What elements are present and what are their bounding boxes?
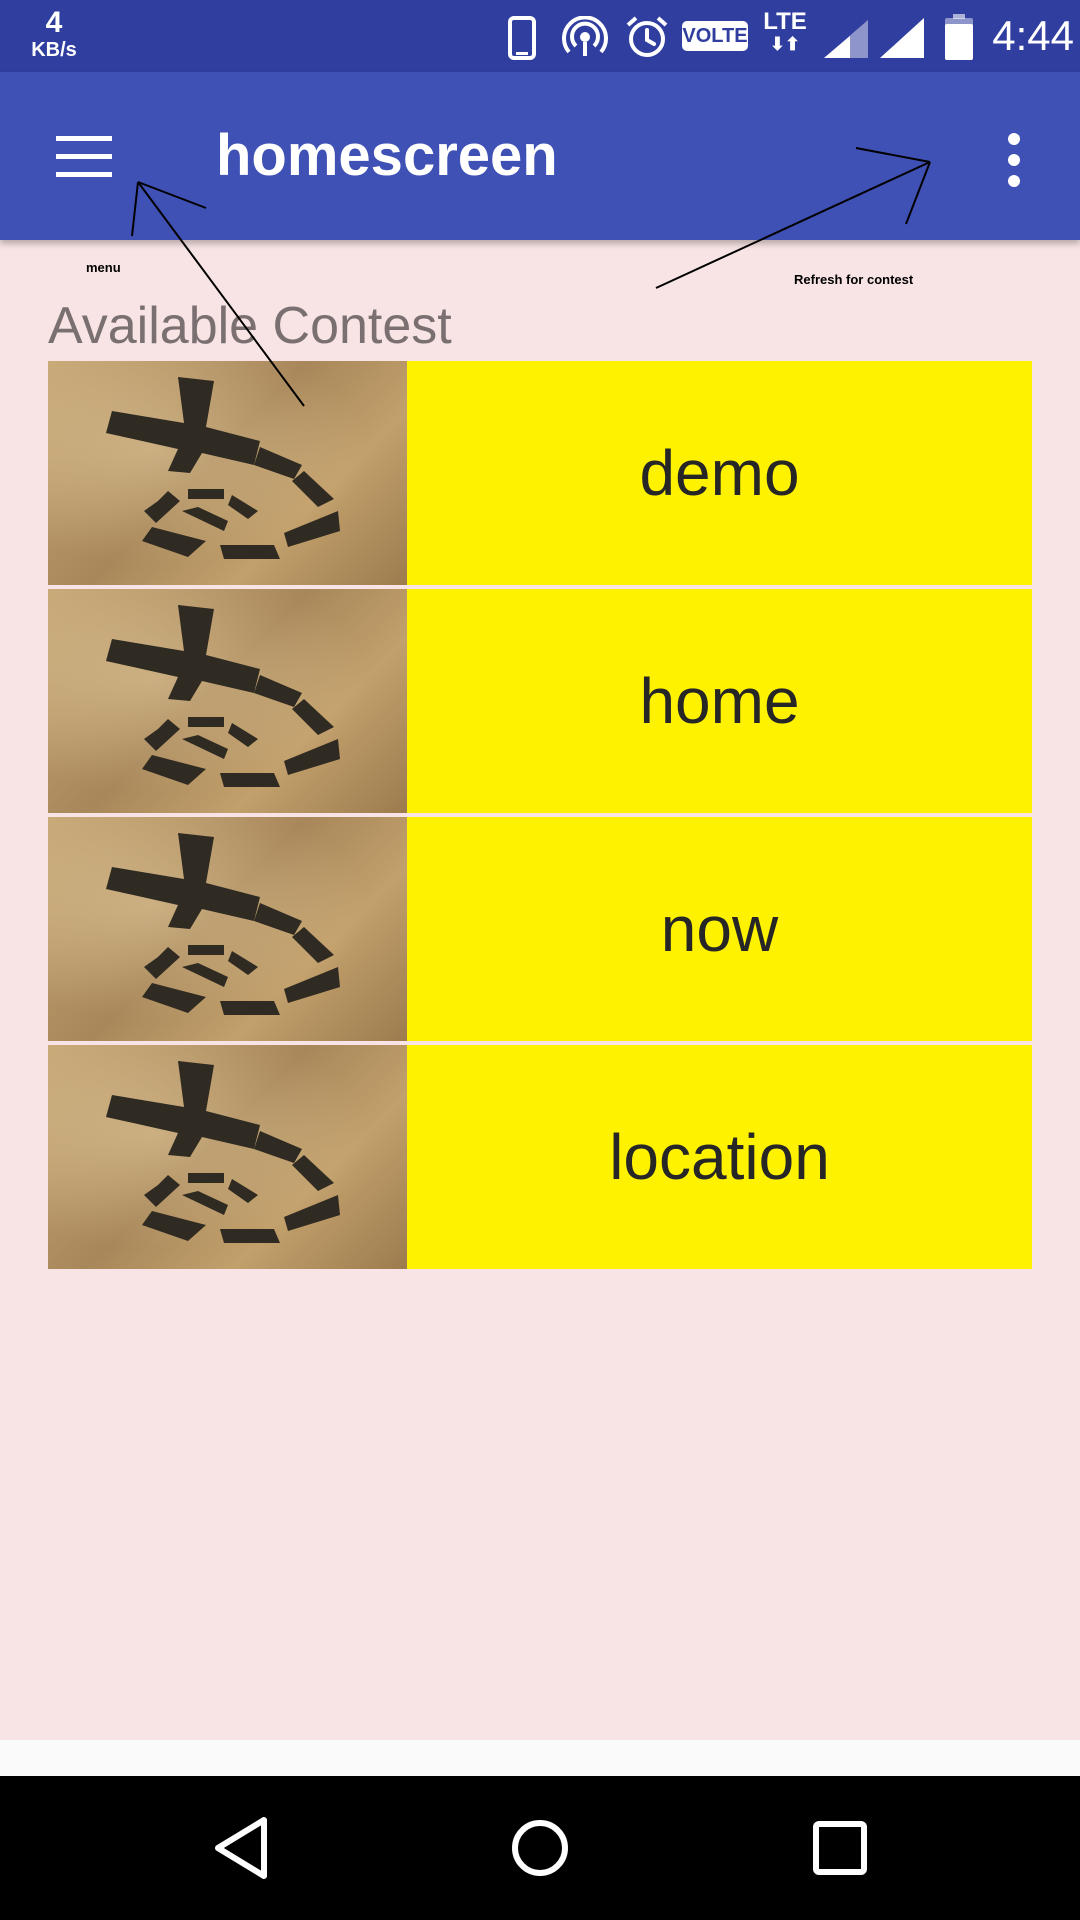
navigation-bar — [0, 1776, 1080, 1920]
page-title: homescreen — [216, 123, 558, 188]
hamburger-menu-icon-bar — [56, 171, 112, 177]
app-bar: homescreen — [0, 72, 1080, 240]
contest-row-demo[interactable]: demo — [48, 361, 1032, 585]
contest-label-box: now — [407, 817, 1032, 1041]
network-speed-indicator: 4 KB/s — [26, 6, 82, 61]
contest-row-location[interactable]: location — [48, 1045, 1032, 1269]
contest-list: demo home now location — [48, 361, 1032, 1269]
contest-row-home[interactable]: home — [48, 589, 1032, 813]
more-vertical-icon — [1008, 133, 1020, 145]
signal-icon — [824, 20, 868, 58]
back-icon[interactable] — [202, 1808, 282, 1888]
contest-label: home — [639, 665, 800, 737]
menu-button[interactable] — [38, 116, 130, 196]
alarm-icon — [626, 16, 668, 57]
contest-label: demo — [639, 437, 800, 509]
contest-label: location — [609, 1121, 830, 1193]
contest-logo-image — [48, 817, 407, 1041]
contest-label-box: home — [407, 589, 1032, 813]
status-icons: VOLTE LTE ⬇⬆ 4:44 — [400, 0, 1080, 72]
contest-logo-image — [48, 589, 407, 813]
network-speed-unit: KB/s — [31, 39, 77, 61]
clock: 4:44 — [992, 12, 1074, 59]
contest-label-box: location — [407, 1045, 1032, 1269]
hotspot-icon — [562, 16, 608, 56]
contest-logo-image — [48, 361, 407, 585]
section-title: Available Contest — [48, 297, 452, 355]
refresh-annotation-note: Refresh for contest — [794, 272, 914, 287]
recents-icon[interactable] — [800, 1808, 880, 1888]
contest-label-box: demo — [407, 361, 1032, 585]
contest-logo-image — [48, 1045, 407, 1269]
volte-icon: VOLTE — [682, 21, 748, 51]
home-icon[interactable] — [500, 1808, 580, 1888]
hamburger-menu-icon-bar — [56, 153, 112, 159]
contest-row-now[interactable]: now — [48, 817, 1032, 1041]
signal-icon — [880, 18, 924, 58]
lte-icon: LTE ⬇⬆ — [760, 8, 810, 54]
lte-label: LTE — [763, 8, 807, 35]
hamburger-menu-icon — [56, 135, 112, 141]
network-speed-value: 4 — [45, 6, 63, 39]
menu-annotation-note: menu — [86, 260, 121, 275]
overflow-menu-button[interactable] — [990, 120, 1038, 200]
contest-label: now — [660, 893, 779, 965]
bottom-strip — [0, 1740, 1080, 1776]
phone-icon — [508, 16, 536, 60]
more-vertical-icon-dot — [1008, 175, 1020, 187]
status-bar: 4 KB/s VOLTE LTE ⬇⬆ 4:44 — [0, 0, 1080, 72]
lte-data-arrows-icon: ⬇⬆ — [769, 34, 801, 54]
more-vertical-icon-dot — [1008, 154, 1020, 166]
